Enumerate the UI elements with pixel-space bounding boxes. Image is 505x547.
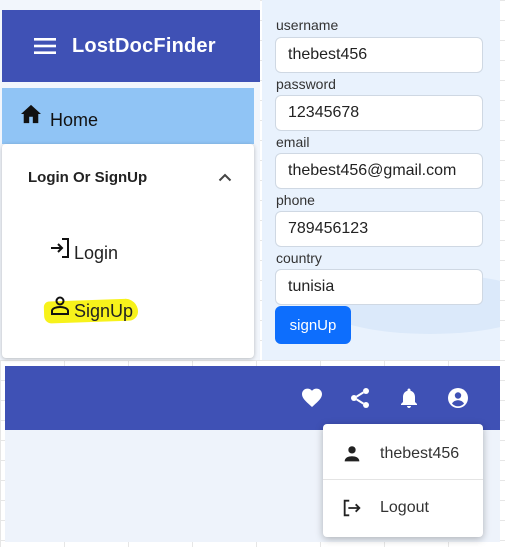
menu-item-username[interactable]: thebest456 — [323, 426, 483, 482]
person-outline-icon — [51, 296, 69, 315]
country-field[interactable] — [275, 269, 483, 305]
menu-logout-label: Logout — [380, 498, 429, 516]
password-field[interactable] — [275, 95, 483, 131]
drawer-header: LostDocFinder — [2, 10, 260, 82]
chevron-up-icon — [218, 173, 232, 182]
phone-field[interactable] — [275, 211, 483, 247]
phone-label: phone — [276, 192, 315, 208]
bell-icon[interactable] — [397, 386, 421, 410]
logout-icon — [343, 499, 361, 516]
account-menu: thebest456 Logout — [323, 424, 483, 537]
person-icon — [344, 446, 360, 462]
nav-item-signup-label: SignUp — [74, 300, 134, 321]
account-circle-icon[interactable] — [446, 386, 470, 410]
login-signup-title: Login Or SignUp — [28, 168, 148, 186]
login-signup-panel: Login Or SignUp Login SignUp — [2, 144, 254, 358]
home-icon — [21, 104, 41, 124]
username-field[interactable] — [275, 37, 483, 73]
menu-icon[interactable] — [34, 38, 56, 54]
nav-item-login[interactable]: Login — [48, 232, 118, 264]
app-title: LostDocFinder — [72, 34, 216, 57]
login-signup-header[interactable]: Login Or SignUp — [2, 144, 254, 210]
email-label: email — [276, 134, 310, 150]
nav-item-home[interactable]: Home — [2, 88, 254, 144]
nav-item-home-label: Home — [50, 109, 99, 130]
share-icon[interactable] — [348, 386, 372, 410]
navigation-drawer: LostDocFinder Home Login Or SignUp Login — [0, 0, 260, 360]
menu-item-logout[interactable]: Logout — [323, 479, 483, 535]
signup-button[interactable]: signUp — [275, 306, 351, 344]
heart-icon[interactable] — [300, 386, 324, 410]
email-field[interactable] — [275, 153, 483, 189]
country-label: country — [276, 250, 322, 266]
nav-item-signup[interactable]: SignUp — [48, 290, 133, 322]
password-label: password — [276, 76, 336, 92]
username-label: username — [276, 17, 339, 33]
login-icon — [51, 238, 69, 258]
signup-form: username password email phone country si… — [262, 0, 500, 360]
menu-username-label: thebest456 — [380, 445, 460, 462]
nav-item-login-label: Login — [74, 242, 119, 263]
app-bar — [5, 366, 500, 430]
